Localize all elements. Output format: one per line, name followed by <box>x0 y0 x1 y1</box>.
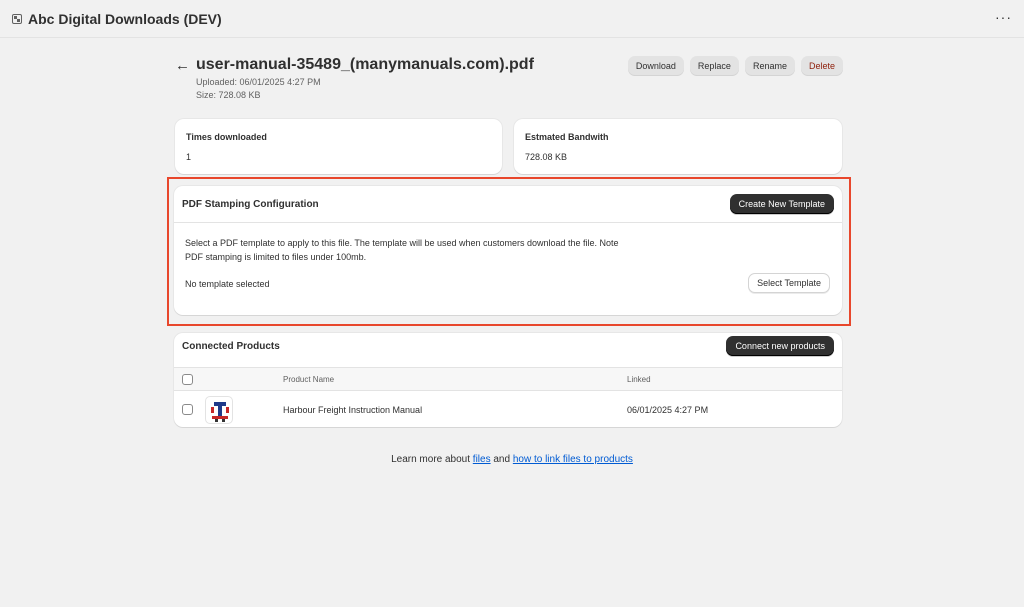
files-link[interactable]: files <box>473 454 491 465</box>
back-arrow-icon[interactable]: ← <box>175 57 190 74</box>
more-actions-icon[interactable]: ··· <box>995 10 1012 24</box>
delete-button[interactable]: Delete <box>800 56 843 76</box>
create-template-button[interactable]: Create New Template <box>729 194 834 214</box>
product-image-icon <box>211 402 229 422</box>
template-status: No template selected <box>185 279 270 289</box>
footer-help: Learn more about files and how to link f… <box>0 454 1024 465</box>
rename-button[interactable]: Rename <box>744 56 795 76</box>
app-title: Abc Digital Downloads (DEV) <box>28 10 222 27</box>
page-title: user-manual-35489_(manymanuals.com).pdf <box>196 56 534 73</box>
pdf-stamping-card: PDF Stamping Configuration Create New Te… <box>174 186 842 315</box>
select-all-checkbox[interactable] <box>182 374 193 385</box>
footer-middle: and <box>490 454 513 465</box>
connected-products-title: Connected Products <box>182 341 280 352</box>
product-thumbnail <box>205 396 233 424</box>
row-checkbox[interactable] <box>182 404 193 415</box>
footer-prefix: Learn more about <box>391 454 473 465</box>
column-product-name: Product Name <box>283 375 335 384</box>
times-downloaded-card: Times downloaded 1 <box>175 119 502 174</box>
pdf-stamping-description: Select a PDF template to apply to this f… <box>185 238 619 262</box>
upload-date: Uploaded: 06/01/2025 4:27 PM <box>196 77 321 87</box>
app-icon <box>12 13 22 24</box>
bandwidth-label: Estmated Bandwith <box>525 132 609 142</box>
bandwidth-value: 728.08 KB <box>525 152 568 162</box>
replace-button[interactable]: Replace <box>689 56 739 76</box>
times-downloaded-value: 1 <box>186 152 192 162</box>
product-name[interactable]: Harbour Freight Instruction Manual <box>283 405 422 415</box>
how-to-link-files-link[interactable]: how to link files to products <box>513 454 633 465</box>
app-top-bar: Abc Digital Downloads (DEV) ··· <box>0 0 1024 38</box>
connect-products-button[interactable]: Connect new products <box>726 336 834 356</box>
linked-date: 06/01/2025 4:27 PM <box>627 405 709 415</box>
header-actions: Download Replace Rename Delete <box>627 56 843 76</box>
table-header: Product Name Linked <box>174 367 842 391</box>
select-template-button[interactable]: Select Template <box>748 273 830 293</box>
download-button[interactable]: Download <box>627 56 684 76</box>
column-linked: Linked <box>627 375 651 384</box>
file-size: Size: 728.08 KB <box>196 90 261 100</box>
table-row[interactable]: Harbour Freight Instruction Manual 06/01… <box>174 391 842 427</box>
page-header: ← user-manual-35489_(manymanuals.com).pd… <box>175 56 843 102</box>
bandwidth-card: Estmated Bandwith 728.08 KB <box>514 119 842 174</box>
pdf-stamping-title: PDF Stamping Configuration <box>182 199 319 210</box>
times-downloaded-label: Times downloaded <box>186 132 267 142</box>
divider <box>174 222 842 223</box>
connected-products-card: Connected Products Connect new products … <box>174 333 842 427</box>
